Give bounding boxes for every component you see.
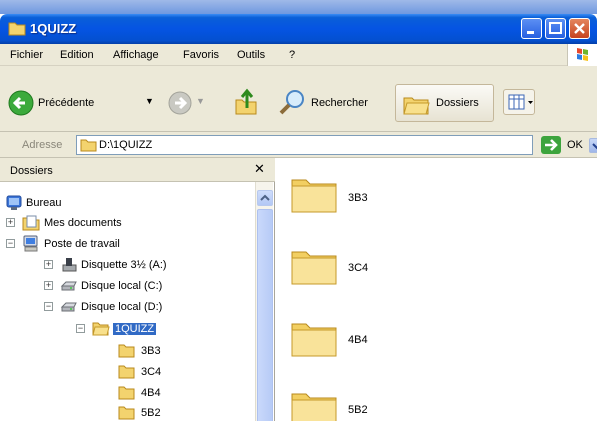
menu-fichier[interactable]: Fichier <box>10 49 43 61</box>
close-icon[interactable]: ✕ <box>254 162 265 177</box>
tree-item-1quizz[interactable]: − 1QUIZZ <box>76 320 256 339</box>
title-bar[interactable]: 1QUIZZ <box>0 14 597 44</box>
menu-bar: Fichier Edition Affichage Favoris Outils… <box>0 44 597 66</box>
tree-item-label: 3C4 <box>141 366 162 378</box>
tree-item-label: Mes documents <box>44 217 122 229</box>
menu-affichage[interactable]: Affichage <box>113 49 159 61</box>
folder-label: 3C4 <box>348 262 369 274</box>
tree-item-label: Bureau <box>26 197 62 209</box>
folders-pane-header: Dossiers ✕ <box>0 158 275 182</box>
folder-label: 3B3 <box>348 192 368 204</box>
folder-icon <box>80 138 97 155</box>
tree-item-bureau[interactable]: Bureau <box>6 194 246 213</box>
toolbar: Précédente ▼ ▼ Rechercher Dossiers <box>0 66 597 132</box>
address-input[interactable]: D:\1QUIZZ <box>76 135 597 155</box>
tree-item-label: 4B4 <box>141 387 161 399</box>
desktop-strip <box>0 0 597 14</box>
tree-item-label: Disquette 3½ (A:) <box>81 259 167 271</box>
back-button-label[interactable]: Précédente <box>38 97 94 109</box>
minimize-button[interactable] <box>521 18 542 39</box>
menu-edition[interactable]: Edition <box>60 49 94 61</box>
expand-icon[interactable]: + <box>6 218 15 227</box>
folder-icon <box>118 343 136 361</box>
forward-dropdown-icon[interactable]: ▼ <box>196 96 205 106</box>
tree-item-label: Disque local (D:) <box>81 301 163 313</box>
tree-item-label: 1QUIZZ <box>113 323 157 335</box>
maximize-button[interactable] <box>545 18 566 39</box>
search-icon[interactable] <box>277 87 307 120</box>
folders-icon <box>403 93 431 118</box>
drive-icon <box>60 278 78 296</box>
menu-help[interactable]: ? <box>289 49 295 61</box>
folder-icon <box>290 318 338 358</box>
address-label: Adresse <box>22 139 63 151</box>
collapse-icon[interactable]: − <box>76 324 85 333</box>
folders-button-label: Dossiers <box>436 97 479 109</box>
documents-icon <box>22 215 40 234</box>
go-button-label[interactable]: OK <box>567 139 583 151</box>
windows-logo-icon <box>567 44 597 66</box>
tree-item-label: Disque local (C:) <box>81 280 163 292</box>
folder-icon <box>290 388 338 421</box>
menu-outils[interactable]: Outils <box>237 49 265 61</box>
view-mode-button[interactable] <box>503 89 535 115</box>
folder-open-icon <box>92 321 110 339</box>
folders-pane-title: Dossiers <box>10 165 53 177</box>
tree-item-3b3[interactable]: 3B3 <box>118 342 248 361</box>
desktop-icon <box>6 195 22 214</box>
tree-item-poste-de-travail[interactable]: − Poste de travail <box>6 235 246 254</box>
expand-icon[interactable]: + <box>44 260 53 269</box>
folders-button[interactable]: Dossiers <box>395 84 494 122</box>
tree-item-3c4[interactable]: 3C4 <box>118 363 248 382</box>
drive-icon <box>60 299 78 317</box>
forward-arrow-icon[interactable] <box>168 91 192 118</box>
menu-favoris[interactable]: Favoris <box>183 49 219 61</box>
collapse-icon[interactable]: − <box>44 302 53 311</box>
address-dropdown-icon[interactable] <box>589 138 597 153</box>
folder-icon <box>290 246 338 286</box>
folder-label: 5B2 <box>348 404 368 416</box>
tree-item-drive-d[interactable]: − Disque local (D:) <box>44 298 254 317</box>
scroll-thumb[interactable] <box>257 209 273 421</box>
tree-item-5b2[interactable]: 5B2 <box>118 404 248 421</box>
folder-icon <box>118 405 136 421</box>
folders-pane: Dossiers ✕ Bureau + Mes documents − Post… <box>0 158 275 421</box>
scroll-up-icon[interactable] <box>257 190 273 206</box>
folder-up-icon[interactable] <box>233 86 259 119</box>
tree-item-drive-c[interactable]: + Disque local (C:) <box>44 277 254 296</box>
tree-item-label: Poste de travail <box>44 238 120 250</box>
address-bar: Adresse D:\1QUIZZ OK <box>0 132 597 158</box>
content-pane: 3B3 3C4 4B4 5B2 <box>276 158 597 421</box>
address-value: D:\1QUIZZ <box>99 139 153 151</box>
floppy-icon <box>60 256 78 276</box>
folder-icon <box>8 20 26 36</box>
back-dropdown-icon[interactable]: ▼ <box>145 96 154 106</box>
tree-item-4b4[interactable]: 4B4 <box>118 384 248 403</box>
tree-item-label: 3B3 <box>141 345 161 357</box>
window-title: 1QUIZZ <box>30 21 77 36</box>
go-arrow-icon[interactable] <box>541 136 561 157</box>
computer-icon <box>22 235 40 255</box>
close-button[interactable] <box>569 18 590 39</box>
folder-label: 4B4 <box>348 334 368 346</box>
tree-item-mes-documents[interactable]: + Mes documents <box>6 214 246 233</box>
back-arrow-icon[interactable] <box>8 90 34 119</box>
folder-icon <box>118 385 136 403</box>
tree-item-label: 5B2 <box>141 407 161 419</box>
tree-item-floppy-a[interactable]: + Disquette 3½ (A:) <box>44 256 254 275</box>
expand-icon[interactable]: + <box>44 281 53 290</box>
folder-icon <box>118 364 136 382</box>
folder-icon <box>290 174 338 214</box>
collapse-icon[interactable]: − <box>6 239 15 248</box>
search-button-label[interactable]: Rechercher <box>311 97 368 109</box>
tree-scrollbar[interactable] <box>255 182 273 421</box>
